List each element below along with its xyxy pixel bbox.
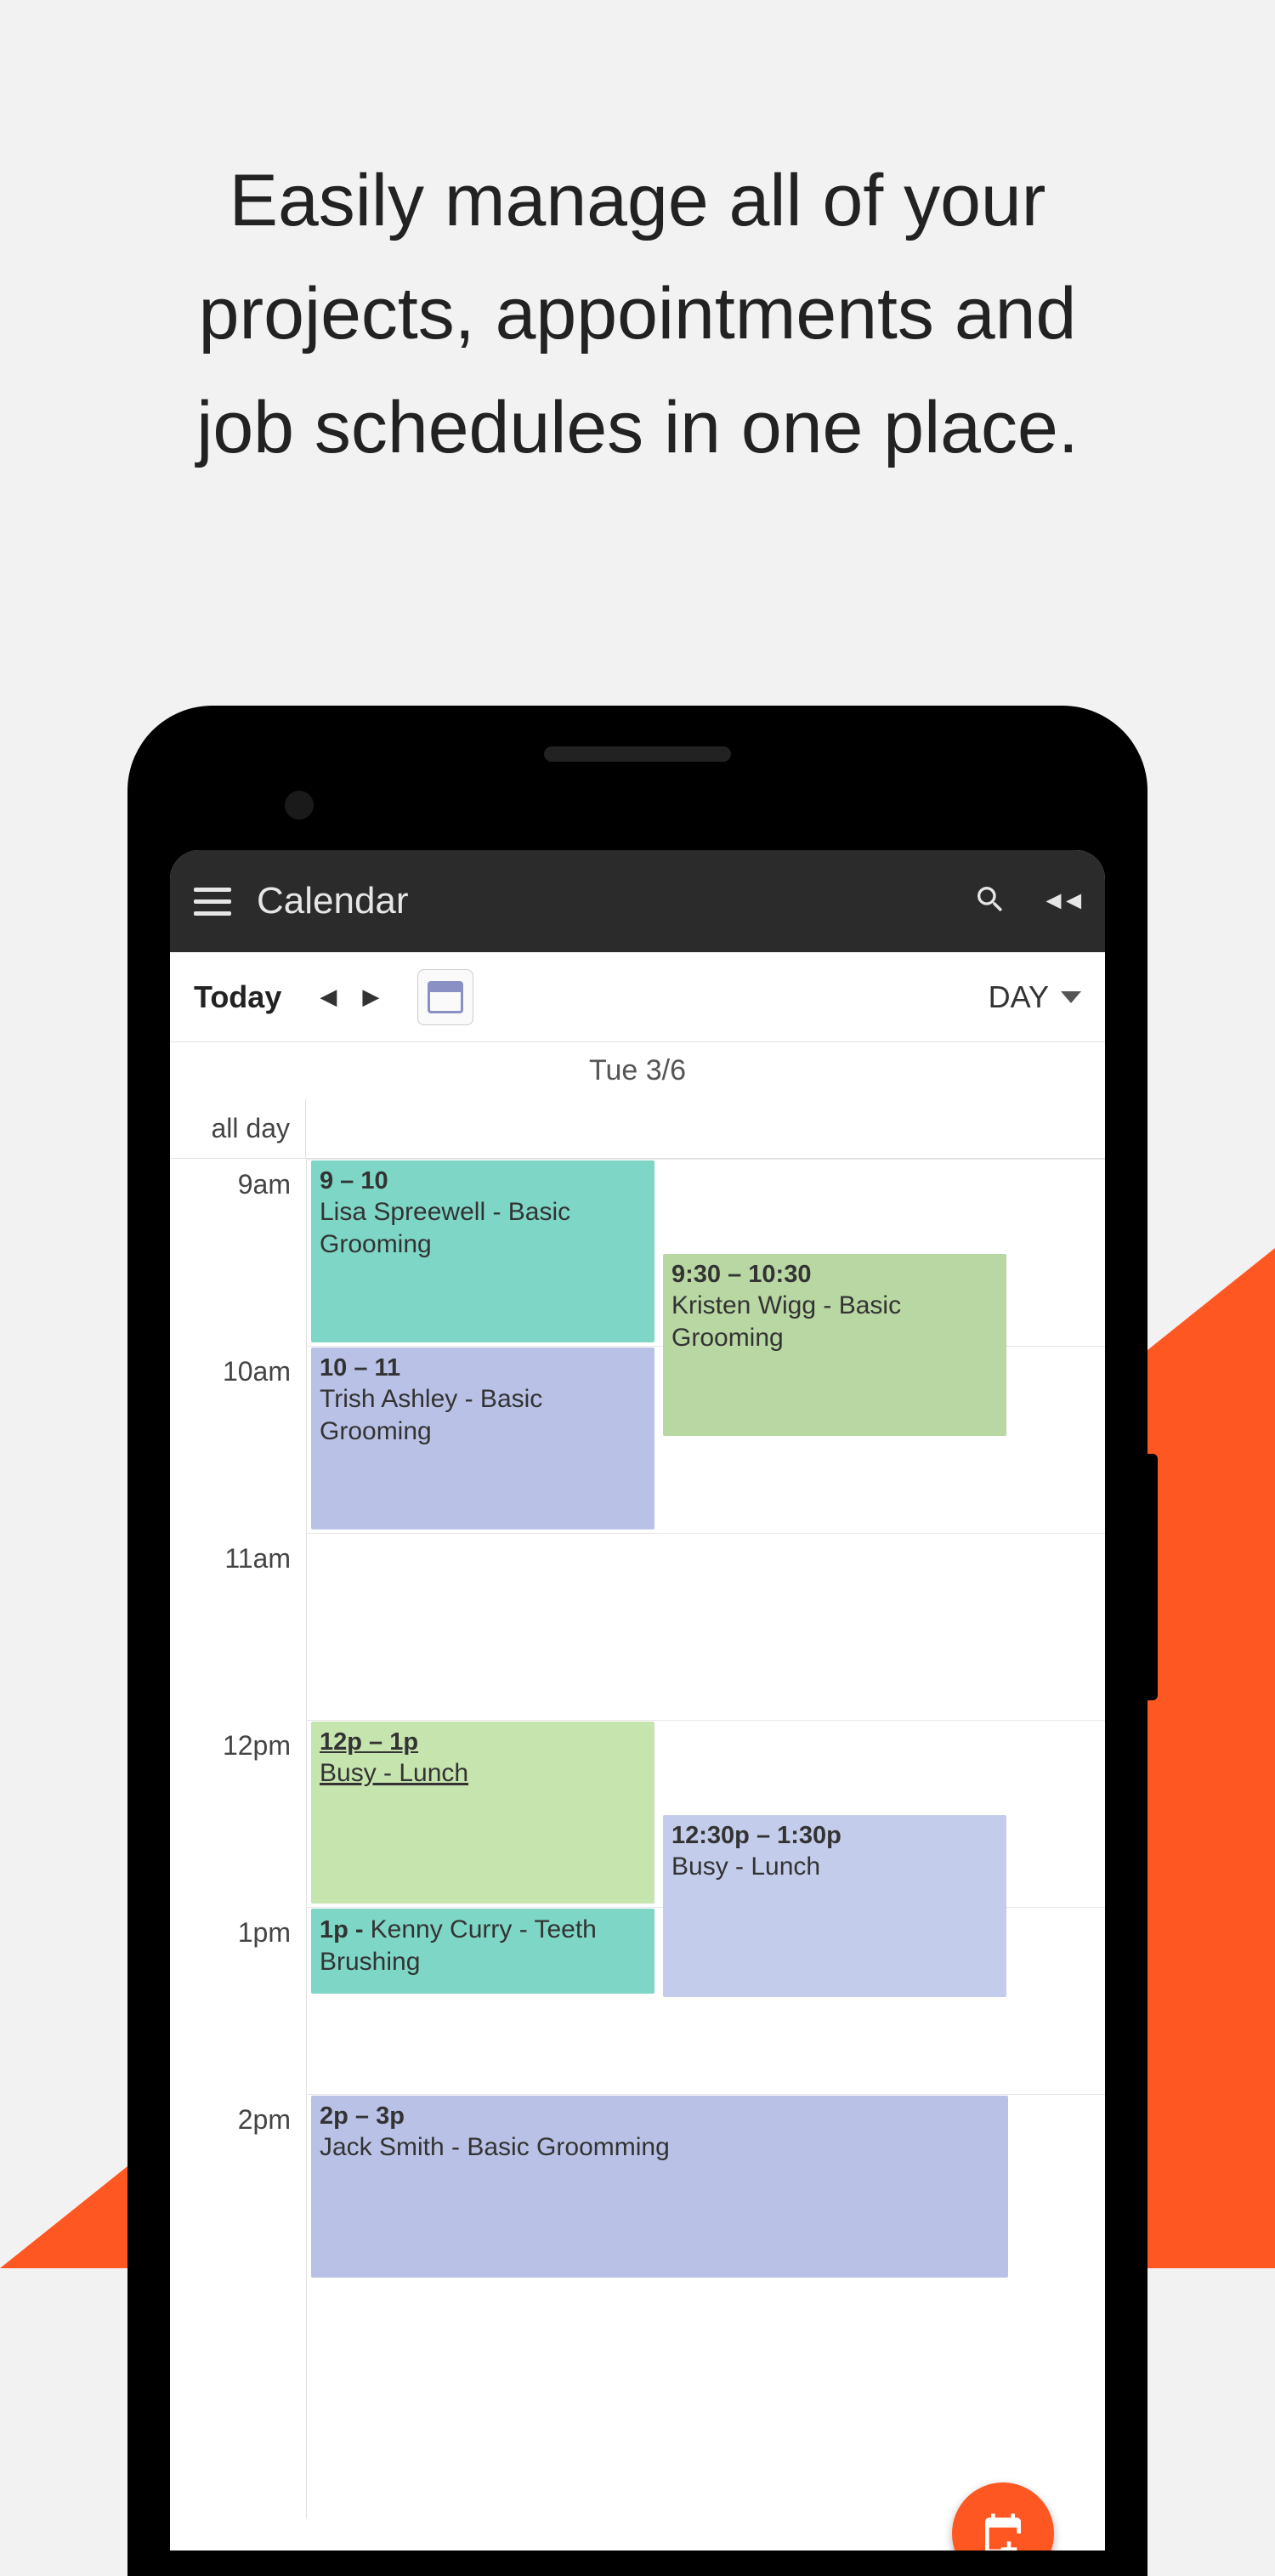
event-busy-lunch-1[interactable]: 12p – 1p Busy - Lunch <box>311 1722 654 1904</box>
event-time: 2p – 3p <box>320 2101 1000 2131</box>
date-picker-button[interactable] <box>417 969 473 1025</box>
hour-label-10am: 10am <box>170 1356 306 1387</box>
event-title: Jack Smith - Basic Groomming <box>320 2131 1000 2164</box>
calendar-grid: 9am 10am 11am 12pm 1pm 2pm 9 – 10 Lisa S… <box>170 1159 1105 2519</box>
chevron-down-icon <box>1061 991 1081 1003</box>
event-kristen-wigg[interactable]: 9:30 – 10:30 Kristen Wigg - Basic Groomi… <box>663 1254 1006 1436</box>
hour-label-12pm: 12pm <box>170 1730 306 1762</box>
gridline <box>306 1720 1105 1721</box>
calendar-icon <box>428 981 463 1013</box>
event-lisa-spreewell[interactable]: 9 – 10 Lisa Spreewell - Basic Grooming <box>311 1160 654 1342</box>
event-title: Lisa Spreewell - Basic Grooming <box>320 1196 646 1260</box>
all-day-label: all day <box>170 1099 306 1158</box>
phone-side-button <box>1148 1454 1158 1700</box>
next-button[interactable]: ▶ <box>349 984 392 1010</box>
event-busy-lunch-2[interactable]: 12:30p – 1:30p Busy - Lunch <box>663 1815 1006 1997</box>
hour-label-11am: 11am <box>170 1543 306 1575</box>
gridline <box>306 1159 1105 1160</box>
phone-speaker <box>544 746 731 762</box>
hour-label-2pm: 2pm <box>170 2104 306 2136</box>
event-title: Kristen Wigg - Basic Grooming <box>672 1290 998 1353</box>
event-title: Busy - Lunch <box>320 1757 646 1790</box>
event-time: 9 – 10 <box>320 1166 646 1196</box>
menu-icon[interactable] <box>194 888 231 916</box>
event-time: 1p - <box>320 1916 371 1943</box>
event-time: 9:30 – 10:30 <box>672 1259 998 1290</box>
all-day-row: all day <box>170 1099 1105 1159</box>
current-date-label: Tue 3/6 <box>170 1042 1105 1099</box>
event-time: 12:30p – 1:30p <box>672 1820 998 1851</box>
collapse-icon[interactable]: ◄◄ <box>1041 887 1081 916</box>
event-time: 10 – 11 <box>320 1353 646 1383</box>
gridline <box>306 2094 1105 2095</box>
prev-button[interactable]: ◀ <box>307 984 349 1010</box>
event-title: Trish Ashley - Basic Grooming <box>320 1383 646 1447</box>
event-kenny-curry[interactable]: 1p - Kenny Curry - Teeth Brushing <box>311 1909 654 1994</box>
view-selector-label: DAY <box>989 979 1049 1015</box>
calendar-plus-icon <box>979 2510 1027 2550</box>
all-day-slot[interactable] <box>306 1099 1105 1158</box>
time-column-border <box>306 1159 307 2519</box>
app-header: Calendar ◄◄ <box>170 850 1105 952</box>
event-jack-smith[interactable]: 2p – 3p Jack Smith - Basic Groomming <box>311 2096 1008 2278</box>
event-time: 12p – 1p <box>320 1727 646 1757</box>
hour-label-1pm: 1pm <box>170 1917 306 1949</box>
phone-camera <box>285 791 314 820</box>
app-title: Calendar <box>257 880 973 922</box>
app-screen: Calendar ◄◄ Today ◀ ▶ DAY Tue 3/6 all da… <box>170 850 1105 2550</box>
marketing-headline: Easily manage all of your projects, appo… <box>170 145 1105 485</box>
gridline <box>306 1533 1105 1534</box>
hour-label-9am: 9am <box>170 1169 306 1200</box>
search-icon[interactable] <box>973 882 1007 921</box>
calendar-toolbar: Today ◀ ▶ DAY <box>170 952 1105 1042</box>
today-button[interactable]: Today <box>194 979 281 1015</box>
event-trish-ashley[interactable]: 10 – 11 Trish Ashley - Basic Grooming <box>311 1348 654 1529</box>
event-title: Busy - Lunch <box>672 1851 998 1883</box>
view-selector[interactable]: DAY <box>989 979 1081 1015</box>
phone-frame: Calendar ◄◄ Today ◀ ▶ DAY Tue 3/6 all da… <box>128 706 1148 2576</box>
